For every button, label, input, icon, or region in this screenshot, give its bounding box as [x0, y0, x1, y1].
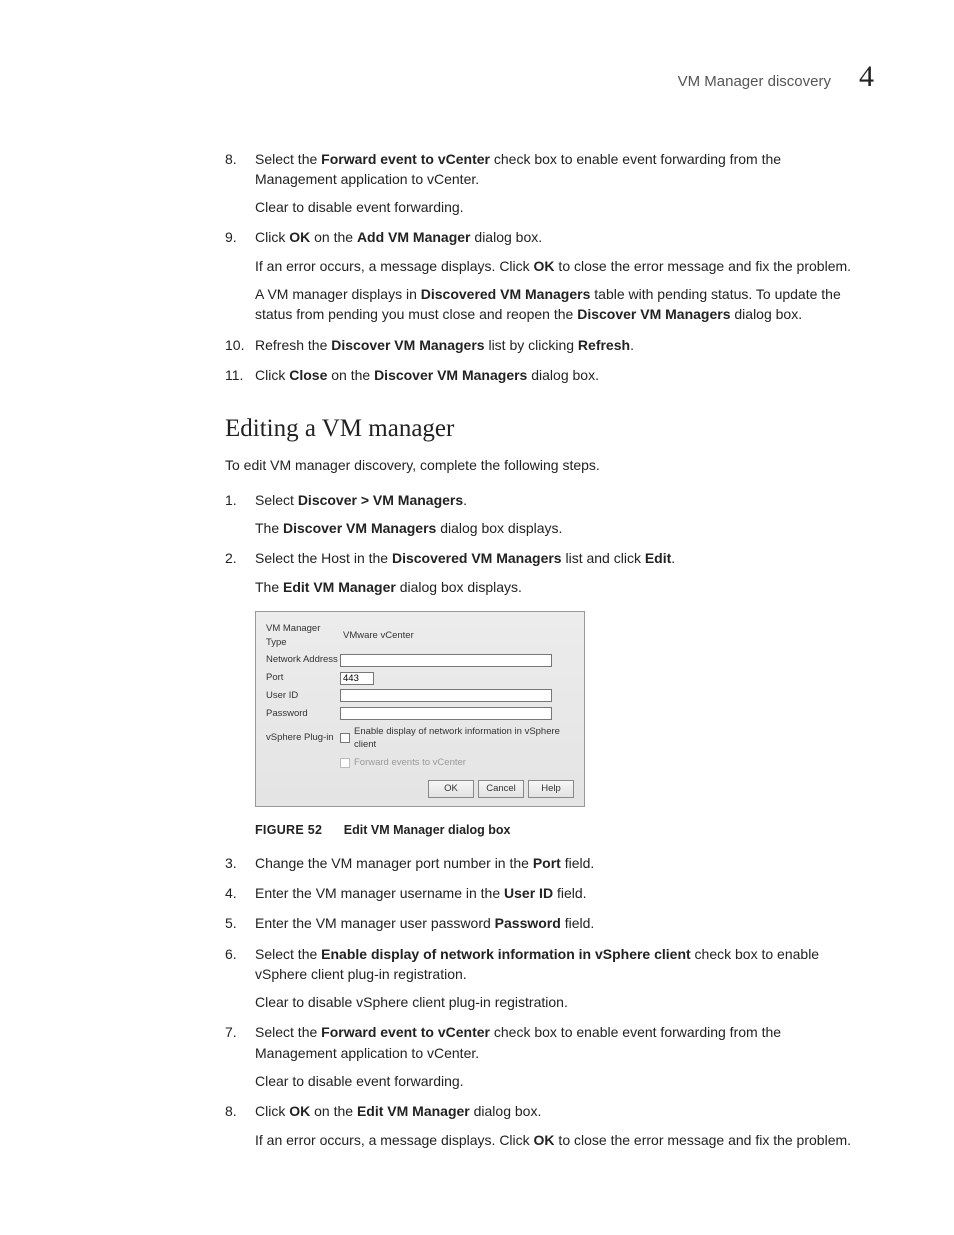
step-para: A VM manager displays in Discovered VM M… — [255, 284, 864, 325]
vm-type-value: VMware vCenter — [340, 628, 417, 644]
step-item: 9. Click OK on the Add VM Manager dialog … — [225, 227, 864, 324]
step-number: 10. — [225, 335, 244, 355]
step-text: Select the Forward event to vCenter chec… — [255, 1024, 781, 1060]
step-number: 3. — [225, 853, 237, 873]
step-number: 11. — [225, 365, 243, 385]
step-text: Enter the VM manager user password Passw… — [255, 915, 594, 931]
step-item: 6. Select the Enable display of network i… — [225, 944, 864, 1013]
step-number: 8. — [225, 149, 237, 169]
enable-display-checkbox[interactable] — [340, 733, 350, 743]
step-para: If an error occurs, a message displays. … — [255, 256, 864, 276]
step-item: 2. Select the Host in the Discovered VM M… — [225, 548, 864, 597]
forward-events-checkbox[interactable] — [340, 758, 350, 768]
figure-label: FIGURE 52 — [255, 823, 322, 837]
user-id-input[interactable] — [340, 689, 552, 702]
help-button[interactable]: Help — [528, 780, 574, 798]
edit-vm-manager-dialog: VM Manager Type VMware vCenter Network A… — [255, 611, 585, 807]
network-address-label: Network Address — [266, 653, 340, 667]
chapter-number: 4 — [859, 55, 874, 99]
content: 8. Select the Forward event to vCenter ch… — [225, 149, 864, 1150]
vsphere-plugin-label: vSphere Plug-in — [266, 731, 340, 745]
step-item: 4. Enter the VM manager username in the U… — [225, 883, 864, 903]
step-text: Select the Enable display of network inf… — [255, 946, 819, 982]
vm-type-label: VM Manager Type — [266, 622, 340, 650]
step-text: Click OK on the Edit VM Manager dialog b… — [255, 1103, 541, 1119]
step-number: 6. — [225, 944, 237, 964]
step-number: 7. — [225, 1022, 237, 1042]
network-address-input[interactable] — [340, 654, 552, 667]
cancel-button[interactable]: Cancel — [478, 780, 524, 798]
step-item: 1. Select Discover > VM Managers. The Disc… — [225, 490, 864, 539]
step-text: Click OK on the Add VM Manager dialog bo… — [255, 229, 542, 245]
step-item: 10. Refresh the Discover VM Managers list… — [225, 335, 864, 355]
steps-list-a: 8. Select the Forward event to vCenter ch… — [225, 149, 864, 386]
step-text: Enter the VM manager username in the Use… — [255, 885, 587, 901]
step-text: Select Discover > VM Managers. — [255, 492, 467, 508]
enable-display-text: Enable display of network information in… — [354, 725, 574, 753]
step-number: 8. — [225, 1101, 237, 1121]
step-number: 2. — [225, 548, 237, 568]
step-item: 3. Change the VM manager port number in t… — [225, 853, 864, 873]
password-label: Password — [266, 707, 340, 721]
step-para: If an error occurs, a message displays. … — [255, 1130, 864, 1150]
figure-wrap: VM Manager Type VMware vCenter Network A… — [255, 611, 864, 807]
page-header: VM Manager discovery 4 — [80, 55, 874, 99]
step-item: 8. Click OK on the Edit VM Manager dialog… — [225, 1101, 864, 1150]
step-item: 8. Select the Forward event to vCenter ch… — [225, 149, 864, 218]
step-number: 5. — [225, 913, 237, 933]
step-item: 5. Enter the VM manager user password Pas… — [225, 913, 864, 933]
step-number: 1. — [225, 490, 237, 510]
step-text: Change the VM manager port number in the… — [255, 855, 594, 871]
port-input[interactable] — [340, 672, 374, 685]
page: VM Manager discovery 4 8. Select the Forw… — [0, 0, 954, 1235]
step-number: 4. — [225, 883, 237, 903]
user-id-label: User ID — [266, 689, 340, 703]
steps-list-b-pre: 1. Select Discover > VM Managers. The Disc… — [225, 490, 864, 597]
step-number: 9. — [225, 227, 237, 247]
password-input[interactable] — [340, 707, 552, 720]
step-para: The Edit VM Manager dialog box displays. — [255, 577, 864, 597]
port-label: Port — [266, 671, 340, 685]
step-text: Select the Host in the Discovered VM Man… — [255, 550, 675, 566]
figure-caption: FIGURE 52 Edit VM Manager dialog box — [255, 821, 864, 839]
ok-button[interactable]: OK — [428, 780, 474, 798]
step-para: Clear to disable event forwarding. — [255, 197, 864, 217]
step-text: Refresh the Discover VM Managers list by… — [255, 337, 634, 353]
step-para: Clear to disable event forwarding. — [255, 1071, 864, 1091]
step-para: The Discover VM Managers dialog box disp… — [255, 518, 864, 538]
section-heading: Editing a VM manager — [225, 411, 864, 447]
step-item: 7. Select the Forward event to vCenter ch… — [225, 1022, 864, 1091]
step-text: Select the Forward event to vCenter chec… — [255, 151, 781, 187]
figure-caption-text: Edit VM Manager dialog box — [344, 823, 511, 837]
step-para: Clear to disable vSphere client plug-in … — [255, 992, 864, 1012]
steps-list-b-post: 3. Change the VM manager port number in t… — [225, 853, 864, 1150]
step-item: 11. Click Close on the Discover VM Manage… — [225, 365, 864, 385]
header-title: VM Manager discovery — [678, 71, 831, 93]
forward-events-text: Forward events to vCenter — [354, 756, 466, 770]
step-text: Click Close on the Discover VM Managers … — [255, 367, 599, 383]
section-intro: To edit VM manager discovery, complete t… — [225, 455, 864, 475]
